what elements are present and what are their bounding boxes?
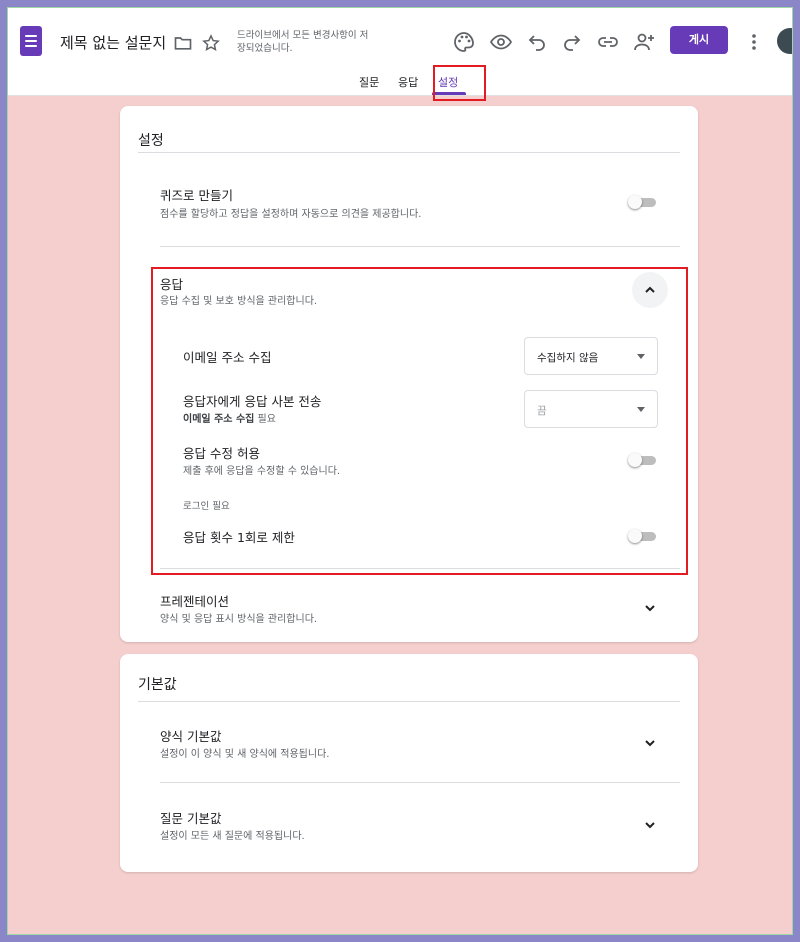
settings-heading: 설정 [138,133,164,149]
presentation-title: 프레젠테이션 [160,594,230,609]
tab-questions[interactable]: 질문 [359,74,379,90]
quiz-subtitle: 점수를 할당하고 정답을 설정하며 자동으로 의견을 제공합니다. [160,209,422,220]
divider [138,701,680,702]
divider [138,152,680,153]
divider [160,782,680,783]
form-defaults-title: 양식 기본값 [160,729,222,744]
redo-icon[interactable] [560,30,584,54]
folder-icon[interactable] [172,33,194,53]
tab-settings-highlight-box [433,65,486,101]
question-defaults-title: 질문 기본값 [160,811,222,826]
save-status: 드라이브에서 모든 변경사항이 저장되었습니다. [237,30,369,54]
chevron-down-icon[interactable] [640,733,660,753]
form-defaults-subtitle: 설정이 이 양식 및 새 양식에 적용됩니다. [160,749,330,760]
defaults-heading: 기본값 [138,677,177,693]
chevron-down-icon[interactable] [640,815,660,835]
divider [160,246,680,247]
more-vert-icon[interactable] [744,30,764,54]
defaults-card: 기본값 양식 기본값 설정이 이 양식 및 새 양식에 적용됩니다. 질문 기본… [120,654,698,872]
browser-window: 제목 없는 설문지 드라이브에서 모든 변경사항이 저장되었습니다. 게시 질문… [7,7,793,935]
palette-icon[interactable] [452,30,476,54]
forms-logo-icon[interactable] [20,26,42,56]
preview-eye-icon[interactable] [489,30,513,54]
add-collaborator-icon[interactable] [632,30,656,54]
tab-responses[interactable]: 응답 [398,74,418,90]
tab-bar: 질문 응답 설정 [8,72,792,96]
forms-header: 제목 없는 설문지 드라이브에서 모든 변경사항이 저장되었습니다. 게시 질문… [8,8,792,96]
quiz-toggle[interactable] [628,195,658,209]
responses-section-highlight-box [151,267,688,575]
avatar[interactable] [777,28,792,54]
link-icon[interactable] [596,30,620,54]
question-defaults-subtitle: 설정이 모든 새 질문에 적용됩니다. [160,831,305,842]
quiz-title: 퀴즈로 만들기 [160,188,233,203]
presentation-subtitle: 양식 및 응답 표시 방식을 관리합니다. [160,614,318,625]
chevron-down-icon[interactable] [640,598,660,618]
undo-icon[interactable] [525,30,549,54]
star-icon[interactable] [200,33,222,53]
form-title[interactable]: 제목 없는 설문지 [60,32,166,53]
publish-button[interactable]: 게시 [670,26,728,54]
